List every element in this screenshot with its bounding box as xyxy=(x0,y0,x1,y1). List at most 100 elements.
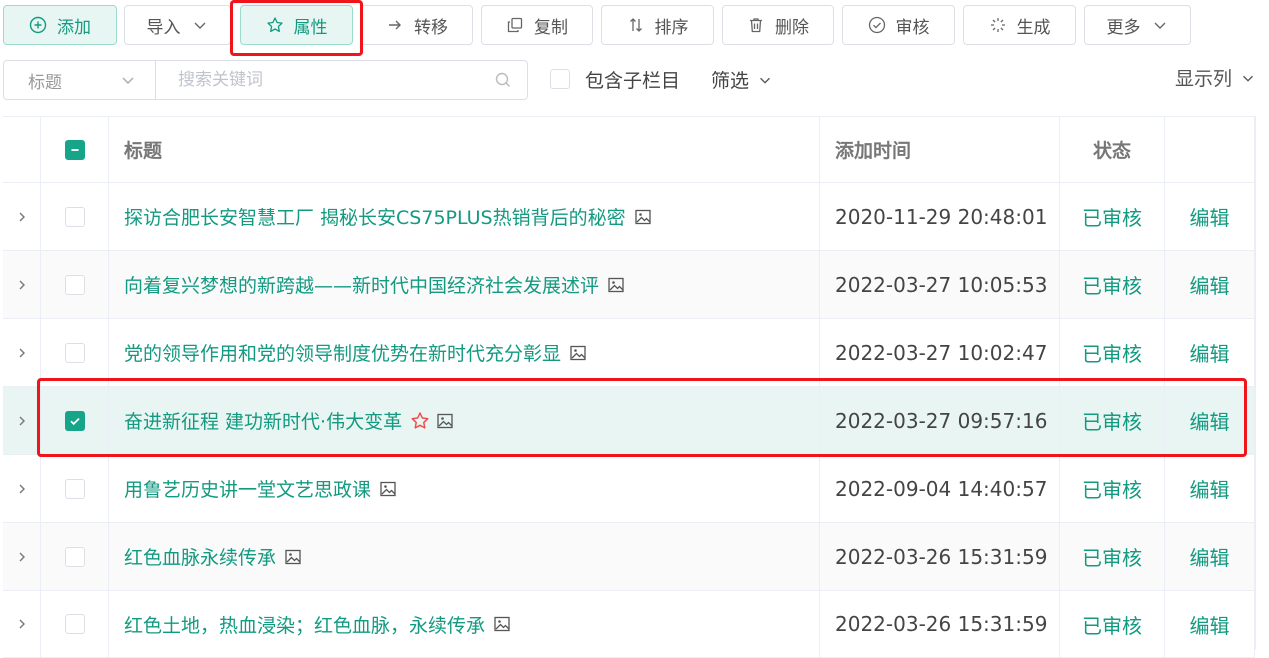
generate-button-label: 生成 xyxy=(1016,17,1051,38)
review-button-label: 审核 xyxy=(895,17,930,38)
row-status[interactable]: 已审核 xyxy=(1060,183,1165,250)
row-status[interactable]: 已审核 xyxy=(1060,591,1165,657)
chevron-right-icon[interactable] xyxy=(3,251,41,318)
add-button[interactable]: 添加 xyxy=(3,5,117,45)
row-title-link[interactable]: 红色土地，热血浸染；红色血脉，永续传承 xyxy=(124,611,485,638)
attributes-button[interactable]: 属性 xyxy=(240,5,353,45)
star-icon xyxy=(266,16,284,34)
row-status[interactable]: 已审核 xyxy=(1060,319,1165,386)
row-status[interactable]: 已审核 xyxy=(1060,251,1165,318)
row-checkbox[interactable] xyxy=(64,342,85,363)
sort-icon xyxy=(627,16,645,34)
row-checkbox-cell xyxy=(41,387,109,454)
arrow-right-icon xyxy=(386,16,404,34)
row-checkbox[interactable] xyxy=(64,274,85,295)
chevron-down-icon xyxy=(1240,70,1256,86)
search-field-select[interactable]: 标题 xyxy=(4,61,156,99)
row-edit-link[interactable]: 编辑 xyxy=(1165,523,1255,590)
row-title-cell: 探访合肥长安智慧工厂 揭秘长安CS75PLUS热销背后的秘密 xyxy=(109,183,820,250)
header-status[interactable]: 状态 xyxy=(1060,117,1165,182)
copy-icon xyxy=(506,16,524,34)
loading-icon xyxy=(989,16,1007,34)
row-checkbox[interactable] xyxy=(64,206,85,227)
row-status[interactable]: 已审核 xyxy=(1060,523,1165,590)
row-edit-link[interactable]: 编辑 xyxy=(1165,387,1255,454)
chevron-right-icon[interactable] xyxy=(3,523,41,590)
row-time: 2022-09-04 14:40:57 xyxy=(820,455,1060,522)
row-checkbox-cell xyxy=(41,251,109,318)
move-button[interactable]: 转移 xyxy=(361,5,473,45)
row-title-cell: 党的领导作用和党的领导制度优势在新时代充分彰显 xyxy=(109,319,820,386)
row-status[interactable]: 已审核 xyxy=(1060,387,1165,454)
chevron-down-icon xyxy=(1151,16,1169,34)
row-checkbox-cell xyxy=(41,183,109,250)
table-row[interactable]: 红色土地，热血浸染；红色血脉，永续传承 2022-03-26 15:31:59 … xyxy=(3,590,1255,658)
row-checkbox[interactable] xyxy=(64,478,85,499)
chevron-right-icon[interactable] xyxy=(3,455,41,522)
filter-dropdown[interactable]: 筛选 xyxy=(711,66,773,93)
search-icon[interactable] xyxy=(479,61,527,99)
more-button[interactable]: 更多 xyxy=(1084,5,1191,45)
attributes-button-label: 属性 xyxy=(293,17,328,38)
row-title-link[interactable]: 奋进新征程 建功新时代·伟大变革 xyxy=(124,407,402,434)
row-title-link[interactable]: 党的领导作用和党的领导制度优势在新时代充分彰显 xyxy=(124,339,561,366)
row-edit-link[interactable]: 编辑 xyxy=(1165,591,1255,657)
row-time: 2020-11-29 20:48:01 xyxy=(820,183,1060,250)
copy-button-label: 复制 xyxy=(534,17,568,38)
row-checkbox[interactable] xyxy=(64,410,85,431)
columns-dropdown[interactable]: 显示列 xyxy=(1175,64,1256,91)
row-edit-link[interactable]: 编辑 xyxy=(1165,455,1255,522)
row-time: 2022-03-27 10:05:53 xyxy=(820,251,1060,318)
more-button-label: 更多 xyxy=(1106,17,1141,38)
chevron-right-icon[interactable] xyxy=(3,591,41,657)
image-icon xyxy=(284,548,302,566)
chevron-right-icon[interactable] xyxy=(3,183,41,250)
row-checkbox-cell xyxy=(41,591,109,657)
move-button-label: 转移 xyxy=(414,17,448,38)
copy-button[interactable]: 复制 xyxy=(481,5,593,45)
chevron-down-icon xyxy=(119,71,137,89)
row-checkbox-cell xyxy=(41,455,109,522)
plus-circle-icon xyxy=(29,16,47,34)
delete-button[interactable]: 删除 xyxy=(722,5,834,45)
header-checkbox-cell xyxy=(41,117,109,182)
row-title-link[interactable]: 探访合肥长安智慧工厂 揭秘长安CS75PLUS热销背后的秘密 xyxy=(124,203,626,230)
image-icon xyxy=(607,276,625,294)
row-checkbox-cell xyxy=(41,319,109,386)
row-edit-link[interactable]: 编辑 xyxy=(1165,319,1255,386)
table-row[interactable]: 用鲁艺历史讲一堂文艺思政课 2022-09-04 14:40:57 已审核 编辑 xyxy=(3,454,1255,522)
sort-button-label: 排序 xyxy=(654,17,689,38)
include-sub-label: 包含子栏目 xyxy=(585,70,681,92)
table-row[interactable]: 红色血脉永续传承 2022-03-26 15:31:59 已审核 编辑 xyxy=(3,522,1255,590)
generate-button[interactable]: 生成 xyxy=(963,5,1076,45)
select-all-checkbox[interactable] xyxy=(64,139,85,160)
row-title-cell: 奋进新征程 建功新时代·伟大变革 xyxy=(109,387,820,454)
table-row[interactable]: 向着复兴梦想的新跨越——新时代中国经济社会发展述评 2022-03-27 10:… xyxy=(3,250,1255,318)
import-button[interactable]: 导入 xyxy=(124,5,231,45)
row-time: 2022-03-26 15:31:59 xyxy=(820,523,1060,590)
row-checkbox[interactable] xyxy=(64,614,85,634)
sort-button[interactable]: 排序 xyxy=(601,5,714,45)
row-time: 2022-03-26 15:31:59 xyxy=(820,591,1060,657)
add-button-label: 添加 xyxy=(57,17,91,38)
table-row-selected[interactable]: 奋进新征程 建功新时代·伟大变革 2022-03-27 09:57:16 已审核… xyxy=(3,386,1255,454)
row-title-link[interactable]: 用鲁艺历史讲一堂文艺思政课 xyxy=(124,475,371,502)
row-title-link[interactable]: 红色血脉永续传承 xyxy=(124,543,276,570)
search-input[interactable] xyxy=(156,61,479,99)
table-row[interactable]: 探访合肥长安智慧工厂 揭秘长安CS75PLUS热销背后的秘密 2020-11-2… xyxy=(3,182,1255,250)
row-edit-link[interactable]: 编辑 xyxy=(1165,183,1255,250)
chevron-down-icon xyxy=(191,16,209,34)
filter-dropdown-label: 筛选 xyxy=(711,70,750,92)
review-button[interactable]: 审核 xyxy=(842,5,955,45)
table-row[interactable]: 党的领导作用和党的领导制度优势在新时代充分彰显 2022-03-27 10:02… xyxy=(3,318,1255,386)
header-title[interactable]: 标题 xyxy=(109,117,820,182)
row-status[interactable]: 已审核 xyxy=(1060,455,1165,522)
header-time[interactable]: 添加时间 xyxy=(820,117,1060,182)
row-edit-link[interactable]: 编辑 xyxy=(1165,251,1255,318)
row-checkbox[interactable] xyxy=(64,546,85,567)
row-title-link[interactable]: 向着复兴梦想的新跨越——新时代中国经济社会发展述评 xyxy=(124,271,599,298)
include-sub-checkbox[interactable] xyxy=(550,69,570,89)
trash-icon xyxy=(747,16,765,34)
chevron-right-icon[interactable] xyxy=(3,387,41,454)
chevron-right-icon[interactable] xyxy=(3,319,41,386)
